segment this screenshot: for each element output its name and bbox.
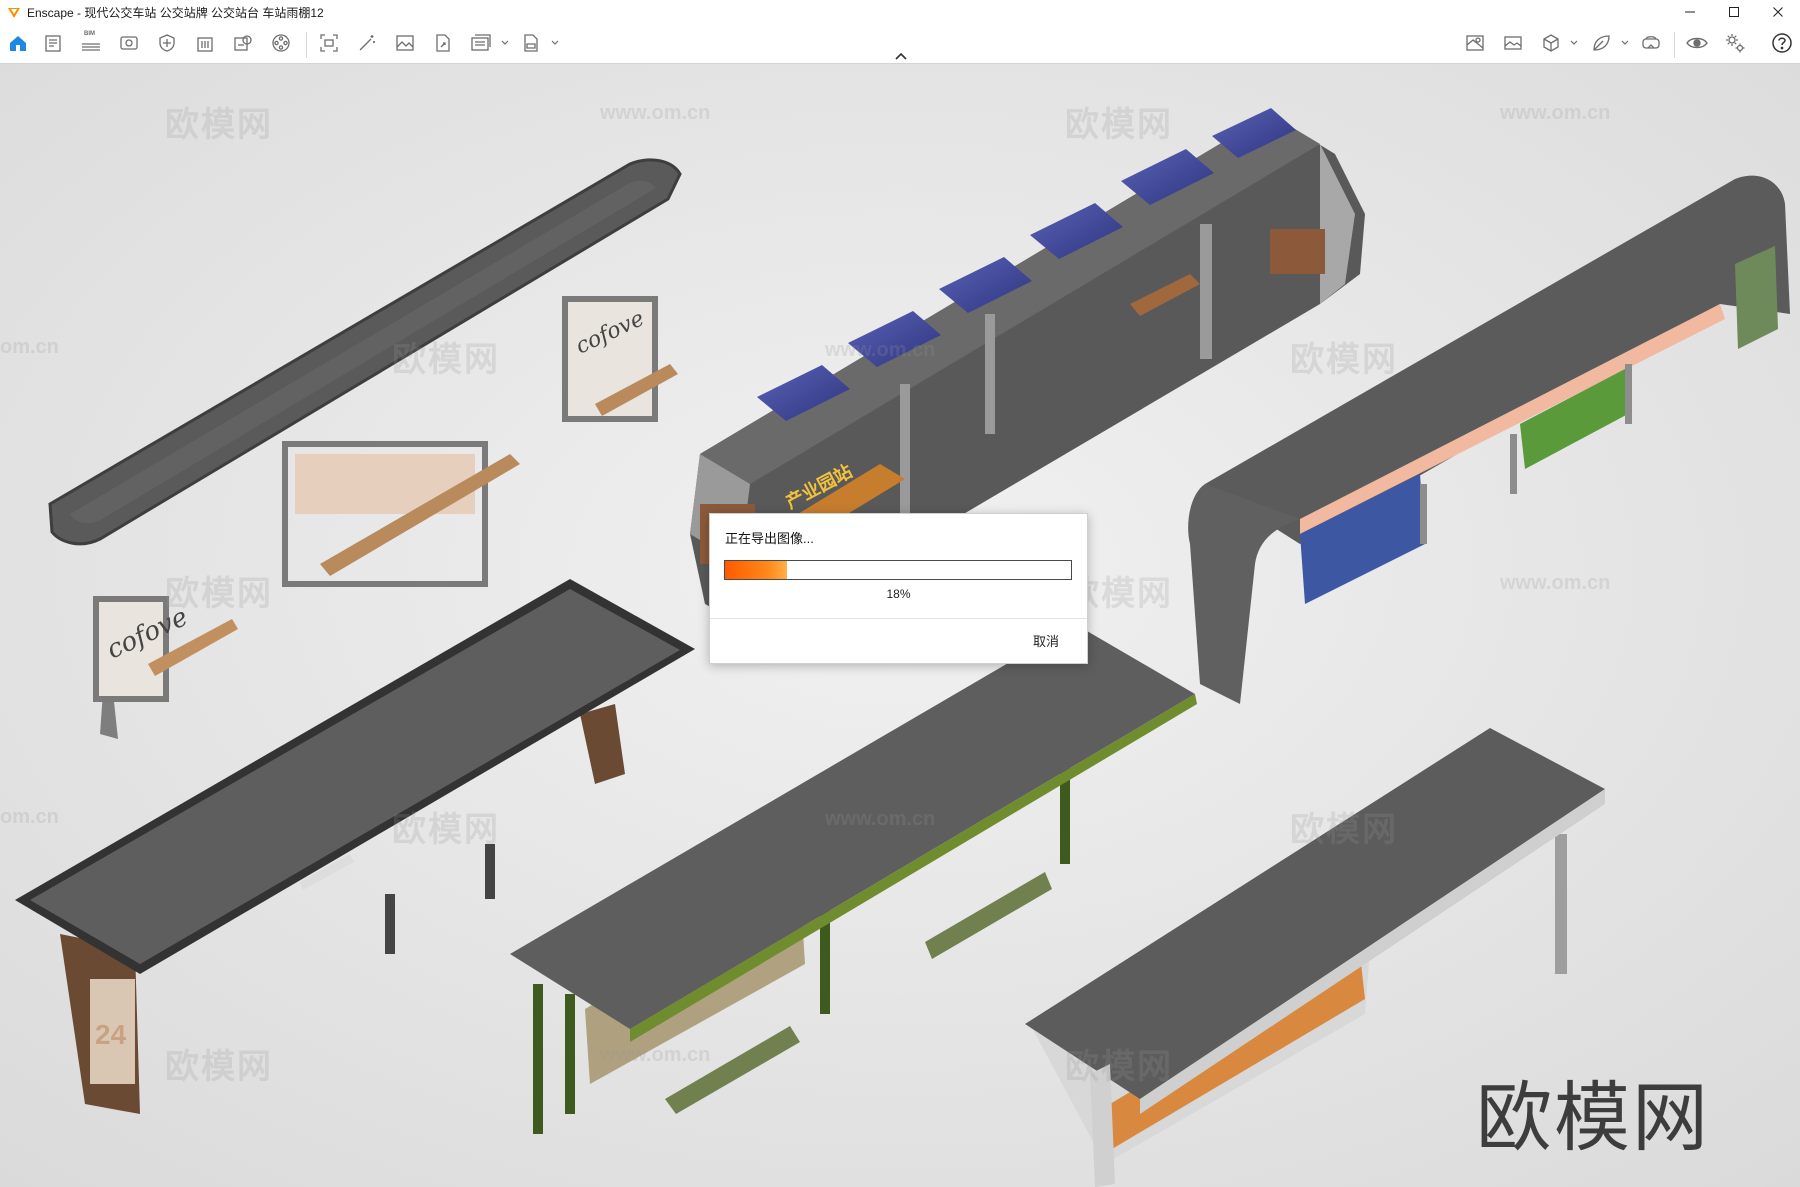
- asset-library-button[interactable]: [232, 32, 254, 54]
- watermark: 欧模网: [1065, 1048, 1173, 1086]
- minimize-button[interactable]: [1668, 0, 1712, 24]
- view-icon: [120, 36, 138, 50]
- image-button[interactable]: [394, 32, 416, 54]
- watermark-url: www.om.cn: [825, 339, 936, 361]
- poster-number: 24: [95, 1019, 127, 1050]
- leaf-icon: [1593, 35, 1610, 51]
- settings-button[interactable]: [1724, 32, 1746, 54]
- progress-bar: [724, 560, 1072, 580]
- progress-bar-fill: [725, 561, 788, 579]
- watermark-url: www.om.cn: [1500, 102, 1611, 124]
- minimize-icon: [1685, 11, 1695, 13]
- close-icon: [1773, 7, 1783, 17]
- cube-button[interactable]: [1540, 32, 1562, 54]
- panorama-button[interactable]: [1502, 32, 1524, 54]
- brand-watermark: 欧模网: [1476, 1073, 1710, 1162]
- watermark: 欧模网: [165, 575, 273, 613]
- screenshot-button[interactable]: [318, 32, 340, 54]
- magic-wand-icon: [359, 35, 375, 51]
- home-button[interactable]: [7, 32, 29, 54]
- toolbar-separator: [306, 32, 307, 58]
- eye-icon: [1686, 37, 1708, 49]
- exe-export-dropdown-icon[interactable]: [551, 39, 559, 47]
- watermark-url: om.cn: [0, 336, 59, 358]
- cube-dropdown-icon[interactable]: [1570, 39, 1578, 47]
- cancel-button[interactable]: 取消: [1033, 631, 1059, 650]
- vr-headset-icon: [1642, 36, 1660, 49]
- leaf-dropdown-icon[interactable]: [1621, 39, 1629, 47]
- watermark: 欧模网: [1065, 106, 1173, 144]
- enscape-logo-icon: [8, 8, 20, 18]
- help-button[interactable]: [1771, 32, 1793, 54]
- document-button[interactable]: [42, 32, 64, 54]
- maximize-button[interactable]: [1712, 0, 1756, 24]
- bim-label: BIM: [84, 31, 95, 37]
- close-button[interactable]: [1756, 0, 1800, 24]
- home-icon: [10, 36, 26, 51]
- watermark-url: www.om.cn: [600, 1044, 711, 1066]
- map-icon: [1466, 35, 1484, 51]
- exe-export-icon: [524, 34, 538, 52]
- watermark: 欧模网: [1290, 811, 1398, 849]
- maximize-icon: [1729, 7, 1739, 17]
- shield-button[interactable]: [156, 32, 178, 54]
- export-file-icon: [436, 34, 450, 52]
- watermark: 欧模网: [1290, 341, 1398, 379]
- map-button[interactable]: [1464, 32, 1486, 54]
- cube-icon: [1543, 34, 1559, 52]
- watermark: 欧模网: [392, 811, 500, 849]
- export-file-button[interactable]: [432, 32, 454, 54]
- window-titlebar: Enscape - 现代公交车站 公交站牌 公交站台 车站雨棚12: [0, 0, 1800, 24]
- export-progress-dialog: 正在导出图像... 18% 取消: [709, 513, 1088, 664]
- settings-gears-icon: [1726, 34, 1745, 53]
- batch-render-icon: [471, 34, 491, 51]
- video-reel-button[interactable]: [270, 32, 292, 54]
- leaf-button[interactable]: [1590, 32, 1612, 54]
- watermark: 欧模网: [165, 1048, 273, 1086]
- asset-library-icon: [234, 35, 252, 51]
- dialog-title: 正在导出图像...: [725, 531, 814, 546]
- building-button[interactable]: [194, 32, 216, 54]
- watermark: 欧模网: [165, 106, 273, 144]
- dialog-divider: [710, 618, 1087, 619]
- video-reel-icon: [272, 34, 290, 52]
- bim-button[interactable]: BIM: [80, 31, 102, 54]
- watermark: 欧模网: [392, 341, 500, 379]
- watermark-url: www.om.cn: [825, 808, 936, 830]
- main-toolbar: BIM: [0, 24, 1800, 64]
- progress-percent: 18%: [886, 587, 911, 601]
- vr-headset-button[interactable]: [1640, 32, 1662, 54]
- document-icon: [45, 35, 61, 52]
- batch-render-button[interactable]: [470, 32, 492, 54]
- screenshot-icon: [320, 34, 338, 52]
- chevron-up-icon[interactable]: [894, 51, 908, 61]
- exe-export-button[interactable]: [520, 32, 542, 54]
- view-button[interactable]: [118, 32, 140, 54]
- building-icon: [197, 37, 213, 52]
- image-icon: [396, 35, 414, 51]
- panorama-icon: [1504, 36, 1522, 50]
- watermark-url: om.cn: [0, 806, 59, 828]
- batch-render-dropdown-icon[interactable]: [501, 39, 509, 47]
- window-title: Enscape - 现代公交车站 公交站牌 公交站台 车站雨棚12: [27, 5, 324, 20]
- eye-button[interactable]: [1686, 32, 1708, 54]
- watermark-url: www.om.cn: [600, 102, 711, 124]
- shield-icon: [159, 34, 175, 52]
- help-icon: [1772, 33, 1792, 53]
- watermark-url: www.om.cn: [1500, 572, 1611, 594]
- magic-wand-button[interactable]: [356, 32, 378, 54]
- toolbar-separator: [1674, 32, 1675, 58]
